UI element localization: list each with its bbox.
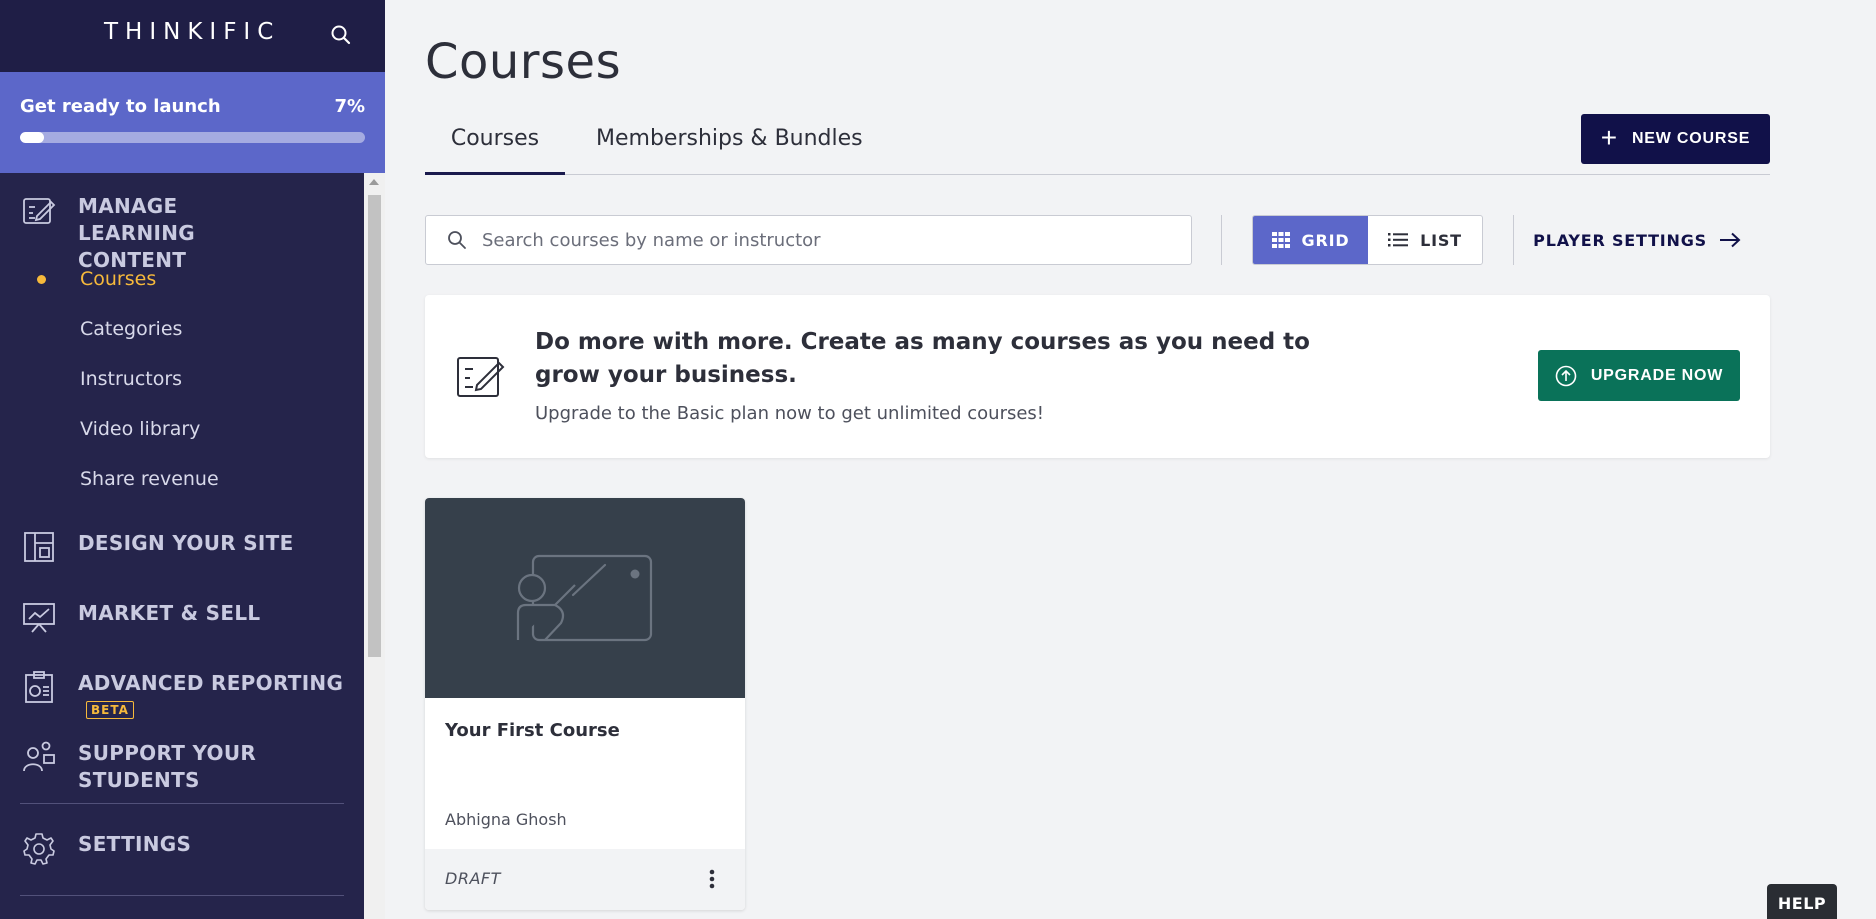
sidebar-nav: MANAGE LEARNING CONTENT Courses Categori… (0, 173, 364, 919)
sidebar-section-support-your-students[interactable]: SUPPORT YOUR STUDENTS (0, 740, 364, 794)
scroll-up-arrow-icon[interactable] (369, 179, 379, 185)
upgrade-now-button[interactable]: UPGRADE NOW (1538, 350, 1740, 401)
scrollbar-thumb[interactable] (368, 195, 381, 657)
list-view-button[interactable]: LIST (1368, 216, 1482, 264)
help-button[interactable]: HELP (1767, 884, 1837, 919)
tab-memberships-bundles[interactable]: Memberships & Bundles (596, 126, 863, 175)
tab-courses[interactable]: Courses (425, 126, 565, 175)
sidebar-item-courses[interactable]: Courses (0, 254, 364, 304)
course-status: DRAFT (445, 869, 501, 888)
player-settings-label: PLAYER SETTINGS (1533, 230, 1707, 250)
view-toggle: GRID LIST (1252, 215, 1483, 265)
plus-icon: + (1600, 122, 1618, 153)
upgrade-banner: Do more with more. Create as many course… (425, 295, 1770, 458)
sidebar-item-categories[interactable]: Categories (0, 304, 364, 354)
banner-subtitle: Upgrade to the Basic plan now to get unl… (535, 403, 1045, 424)
search-icon[interactable] (328, 22, 354, 48)
toolbar-divider (1513, 215, 1514, 265)
course-author: Abhigna Ghosh (445, 810, 567, 829)
upgrade-now-label: UPGRADE NOW (1590, 366, 1724, 384)
brand-header: THINKIFIC (0, 0, 385, 72)
sidebar: THINKIFIC Get ready to launch 7% MANAGE … (0, 0, 385, 919)
gear-icon (23, 833, 55, 865)
sidebar-section-label: SETTINGS (78, 832, 192, 856)
brand-logo[interactable]: THINKIFIC (104, 19, 280, 45)
sidebar-divider (20, 803, 344, 804)
course-card[interactable]: Your First Course Abhigna Ghosh DRAFT (425, 498, 745, 910)
launch-progress-panel[interactable]: Get ready to launch 7% (0, 72, 385, 173)
sidebar-section-design-your-site[interactable]: DESIGN YOUR SITE (0, 530, 294, 564)
sidebar-item-instructors[interactable]: Instructors (0, 354, 364, 404)
sidebar-item-video-library[interactable]: Video library (0, 404, 364, 454)
list-icon (1388, 233, 1409, 247)
sidebar-item-share-revenue[interactable]: Share revenue (0, 454, 364, 504)
layout-icon (24, 532, 54, 562)
courses-toolbar: GRID LIST PLAYER SETTINGS (425, 215, 1770, 265)
sidebar-divider (20, 895, 344, 896)
search-box[interactable] (425, 215, 1192, 265)
arrow-right-icon (1720, 232, 1741, 248)
sidebar-section-settings[interactable]: SETTINGS (0, 831, 191, 865)
new-course-button[interactable]: + NEW COURSE (1581, 114, 1770, 164)
sidebar-section-market-sell[interactable]: MARKET & SELL (0, 600, 260, 634)
sidebar-section-label: ADVANCED REPORTING BETA (78, 670, 364, 724)
grid-view-button[interactable]: GRID (1253, 216, 1368, 264)
launch-progress-fill (20, 132, 45, 143)
search-icon (448, 231, 466, 249)
presentation-chart-icon (23, 603, 55, 633)
player-settings-link[interactable]: PLAYER SETTINGS (1533, 215, 1741, 265)
arrow-up-circle-icon (1555, 365, 1577, 386)
page-title: Courses (425, 34, 622, 90)
list-label: LIST (1420, 230, 1462, 250)
more-vertical-icon[interactable] (707, 867, 717, 891)
beta-badge: BETA (86, 700, 134, 719)
sidebar-section-label: SUPPORT YOUR STUDENTS (78, 741, 257, 792)
banner-title: Do more with more. Create as many course… (535, 329, 1310, 388)
sidebar-section-label: MARKET & SELL (78, 601, 261, 625)
course-placeholder-icon (516, 554, 653, 642)
sidebar-scrollbar[interactable] (364, 173, 385, 919)
launch-percent: 7% (334, 96, 365, 117)
search-courses-input[interactable] (482, 229, 1162, 251)
launch-progress-bar (20, 132, 365, 143)
toolbar-divider (1221, 215, 1222, 265)
sidebar-section-advanced-reporting[interactable]: ADVANCED REPORTING BETA (0, 670, 364, 724)
grid-label: GRID (1301, 230, 1350, 250)
edit-content-icon (457, 357, 505, 397)
launch-label: Get ready to launch (20, 96, 221, 117)
course-tabs: Courses Memberships & Bundles + NEW COUR… (425, 114, 1770, 175)
grid-icon (1271, 232, 1290, 248)
sidebar-section-label: DESIGN YOUR SITE (78, 531, 294, 555)
course-thumbnail[interactable] (425, 498, 745, 698)
students-icon (23, 741, 55, 772)
course-title[interactable]: Your First Course (445, 720, 620, 741)
manage-learning-submenu: Courses Categories Instructors Video lib… (0, 254, 364, 504)
reporting-label-text: ADVANCED REPORTING (78, 671, 344, 695)
new-course-label: NEW COURSE (1631, 130, 1751, 147)
edit-content-icon (23, 198, 56, 224)
report-clipboard-icon (25, 671, 53, 703)
course-card-footer: DRAFT (425, 849, 745, 910)
